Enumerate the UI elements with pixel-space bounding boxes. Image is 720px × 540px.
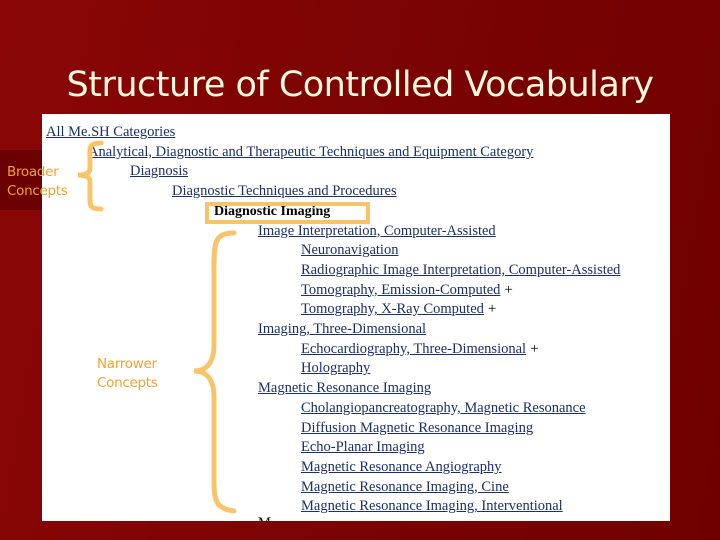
- tree-row: Echocardiography, Three-Dimensional +: [301, 340, 539, 358]
- tree-link[interactable]: Analytical, Diagnostic and Therapeutic T…: [88, 144, 533, 160]
- tree-link[interactable]: Magnetic Resonance Angiography: [301, 459, 502, 475]
- tree-link[interactable]: Image Interpretation, Computer-Assisted: [258, 223, 496, 239]
- slide-title: Structure of Controlled Vocabulary: [66, 65, 654, 106]
- tree-row: Magnetic Resonance Angiography: [301, 458, 502, 476]
- tree-link[interactable]: Echocardiography, Three-Dimensional: [301, 341, 526, 357]
- concepts-word: Concepts: [97, 375, 158, 391]
- broader-brace: [77, 140, 104, 212]
- tree-row: Tomography, X-Ray Computed +: [301, 300, 496, 318]
- tree-row: Tomography, Emission-Computed +: [301, 281, 513, 299]
- tree-link[interactable]: Tomography, Emission-Computed: [301, 282, 500, 298]
- tree-link[interactable]: Cholangiopancreatography, Magnetic Reson…: [301, 400, 586, 416]
- tree-row: Diagnosis: [130, 162, 188, 180]
- tree-row: Magnetic Resonance Imaging, Intervention…: [301, 497, 563, 515]
- tree-link[interactable]: Imaging, Three-Dimensional: [258, 321, 426, 337]
- tree-row: Diagnostic Techniques and Procedures: [172, 182, 397, 200]
- tree-link[interactable]: Magnetic Resonance Imaging, Intervention…: [301, 498, 563, 514]
- narrower-word: Narrower: [97, 356, 157, 372]
- tree-row: Cholangiopancreatography, Magnetic Reson…: [301, 399, 586, 417]
- cut-off-term: M: [258, 514, 271, 521]
- broader-concepts-label: Broader Concepts: [7, 163, 68, 201]
- tree-link[interactable]: All Me.SH Categories: [46, 124, 175, 140]
- tree-link[interactable]: Neuronavigation: [301, 242, 398, 258]
- tree-row: Diffusion Magnetic Resonance Imaging: [301, 419, 533, 437]
- mesh-tree: All Me.SH Categories Analytical, Diagnost…: [42, 114, 670, 521]
- tree-row: All Me.SH Categories: [46, 123, 175, 141]
- tree-row: Magnetic Resonance Imaging: [258, 379, 431, 397]
- tree-link[interactable]: Echo-Planar Imaging: [301, 439, 425, 455]
- tree-row: Echo-Planar Imaging: [301, 438, 425, 456]
- mesh-tree-panel: All Me.SH Categories Analytical, Diagnost…: [42, 114, 670, 521]
- narrower-brace: [193, 230, 237, 514]
- broader-word: Broader: [7, 164, 59, 180]
- tree-link[interactable]: Diagnosis: [130, 163, 188, 179]
- concepts-word: Concepts: [7, 183, 68, 199]
- tree-row: Radiographic Image Interpretation, Compu…: [301, 261, 620, 279]
- tree-link[interactable]: Holography: [301, 360, 370, 376]
- tree-link[interactable]: Radiographic Image Interpretation, Compu…: [301, 262, 620, 278]
- tree-row: Analytical, Diagnostic and Therapeutic T…: [88, 143, 533, 161]
- tree-row: Holography: [301, 359, 370, 377]
- expand-plus-icon[interactable]: +: [504, 282, 512, 298]
- current-term-highlight: [205, 202, 370, 224]
- tree-row: Imaging, Three-Dimensional: [258, 320, 426, 338]
- expand-plus-icon[interactable]: +: [530, 341, 538, 357]
- tree-link[interactable]: Diffusion Magnetic Resonance Imaging: [301, 420, 533, 436]
- tree-link[interactable]: Magnetic Resonance Imaging: [258, 380, 431, 396]
- tree-link[interactable]: Magnetic Resonance Imaging, Cine: [301, 479, 509, 495]
- tree-row: Magnetic Resonance Imaging, Cine: [301, 478, 509, 496]
- expand-plus-icon[interactable]: +: [488, 301, 496, 317]
- tree-row: Neuronavigation: [301, 241, 398, 259]
- narrower-concepts-label: Narrower Concepts: [97, 355, 158, 393]
- tree-link[interactable]: Diagnostic Techniques and Procedures: [172, 183, 397, 199]
- tree-link[interactable]: Tomography, X-Ray Computed: [301, 301, 484, 317]
- tree-row: Image Interpretation, Computer-Assisted: [258, 222, 496, 240]
